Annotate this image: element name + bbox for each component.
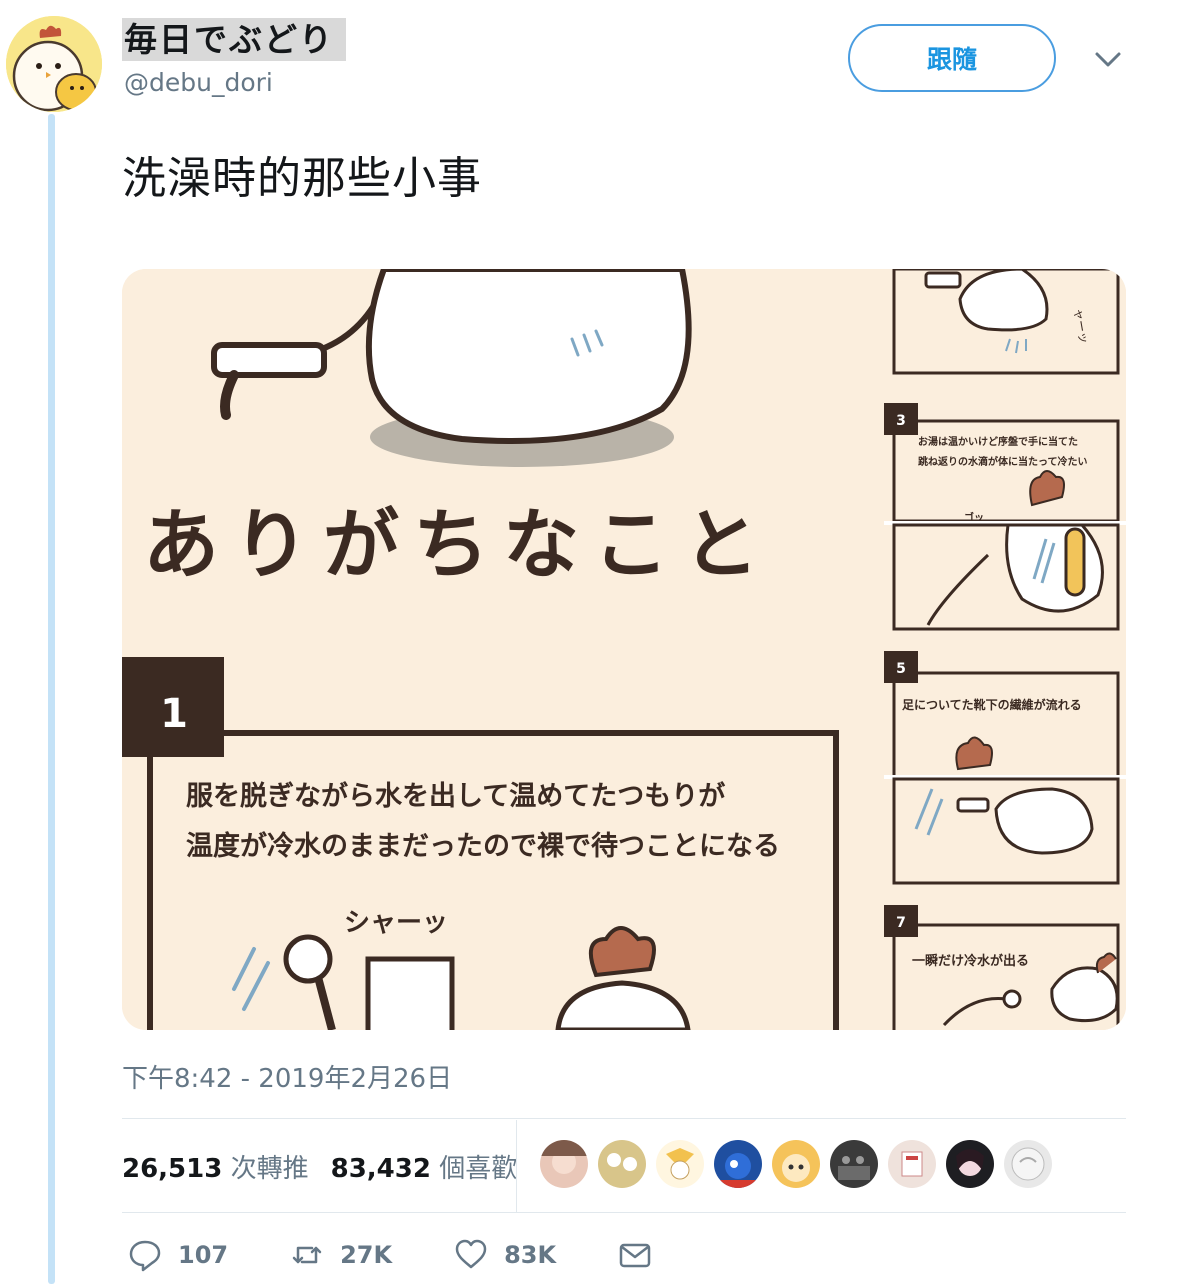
panel-1-line-2: 温度が冷水のままだったので裸で待つことになる [186, 830, 780, 862]
retweet-count: 26,513 [122, 1154, 223, 1184]
stats-top-divider [122, 1118, 1126, 1119]
liker-avatar[interactable] [946, 1140, 994, 1188]
panel-1-sfx: シャーッ [344, 908, 448, 938]
avatar[interactable] [6, 16, 102, 112]
like-stat-label: 個喜歡 [439, 1154, 518, 1184]
chevron-down-icon[interactable] [1094, 50, 1122, 70]
reply-button[interactable]: 107 [128, 1238, 228, 1272]
retweet-stat-label: 次轉推 [230, 1154, 309, 1184]
panel-3-line-2: 跳ね返りの水滴が体に当たって冷たい [918, 455, 1088, 468]
chick-avatar-icon [6, 16, 102, 112]
liker-avatar[interactable] [714, 1140, 762, 1188]
comic-image: ありがちなこと 1 服を脱ぎながら水を出して温めてたつもりが 温度が冷水のままだ… [122, 269, 1126, 1030]
like-stat[interactable]: 83,432 個喜歡 [331, 1148, 518, 1185]
mail-icon [619, 1243, 651, 1268]
reply-icon [129, 1240, 161, 1272]
tweet-media[interactable]: ありがちなこと 1 服を脱ぎながら水を出して温めてたつもりが 温度が冷水のままだ… [122, 269, 1126, 1030]
tweet-timestamp[interactable]: 下午8:42 - 2019年2月26日 [122, 1058, 452, 1095]
author-handle[interactable]: @debu_dori [124, 68, 273, 97]
like-count: 83,432 [330, 1154, 431, 1184]
direct-message-button[interactable] [618, 1238, 652, 1272]
panel-1-line-1: 服を脱ぎながら水を出して温めてたつもりが [186, 780, 725, 812]
liker-avatar[interactable] [772, 1140, 820, 1188]
retweet-action-count: 27K [340, 1241, 393, 1269]
panel-1-number: 1 [160, 691, 188, 737]
like-button[interactable]: 83K [454, 1238, 556, 1272]
liker-avatar[interactable] [540, 1140, 588, 1188]
tweet-stats: 26,513 次轉推 83,432 個喜歡 [122, 1148, 517, 1185]
panel-5-number: 5 [896, 661, 906, 677]
reply-count: 107 [178, 1241, 229, 1269]
follow-button[interactable]: 跟隨 [848, 24, 1056, 92]
thread-line [48, 114, 55, 1284]
panel-3-number: 3 [896, 413, 906, 429]
liker-avatar[interactable] [830, 1140, 878, 1188]
stats-bottom-divider [122, 1212, 1126, 1213]
retweet-stat[interactable]: 26,513 次轉推 [122, 1148, 309, 1185]
heart-icon [455, 1239, 487, 1269]
author-display-name[interactable]: 毎日でぶどり [122, 18, 346, 61]
chick-body [365, 269, 692, 444]
panel-7-number: 7 [896, 915, 906, 931]
tweet-text: 洗澡時的那些小事 [122, 153, 482, 204]
panel-7-line-1: 一瞬だけ冷水が出る [912, 953, 1029, 969]
retweet-button[interactable]: 27K [290, 1238, 392, 1272]
liker-avatar[interactable] [888, 1140, 936, 1188]
liker-avatar[interactable] [598, 1140, 646, 1188]
like-action-count: 83K [504, 1241, 557, 1269]
comic-title: ありがちなこと [143, 500, 773, 589]
retweet-icon [292, 1246, 322, 1264]
panel-5-line-1: 足についてた靴下の繊維が流れる [902, 697, 1082, 712]
liker-avatars [540, 1140, 1052, 1188]
liker-avatar[interactable] [656, 1140, 704, 1188]
tweet-actions: 107 27K 83K [128, 1238, 714, 1272]
panel-3-line-1: お湯は温かいけど序盤で手に当てた [918, 435, 1078, 448]
stats-separator [516, 1120, 517, 1212]
liker-avatar[interactable] [1004, 1140, 1052, 1188]
